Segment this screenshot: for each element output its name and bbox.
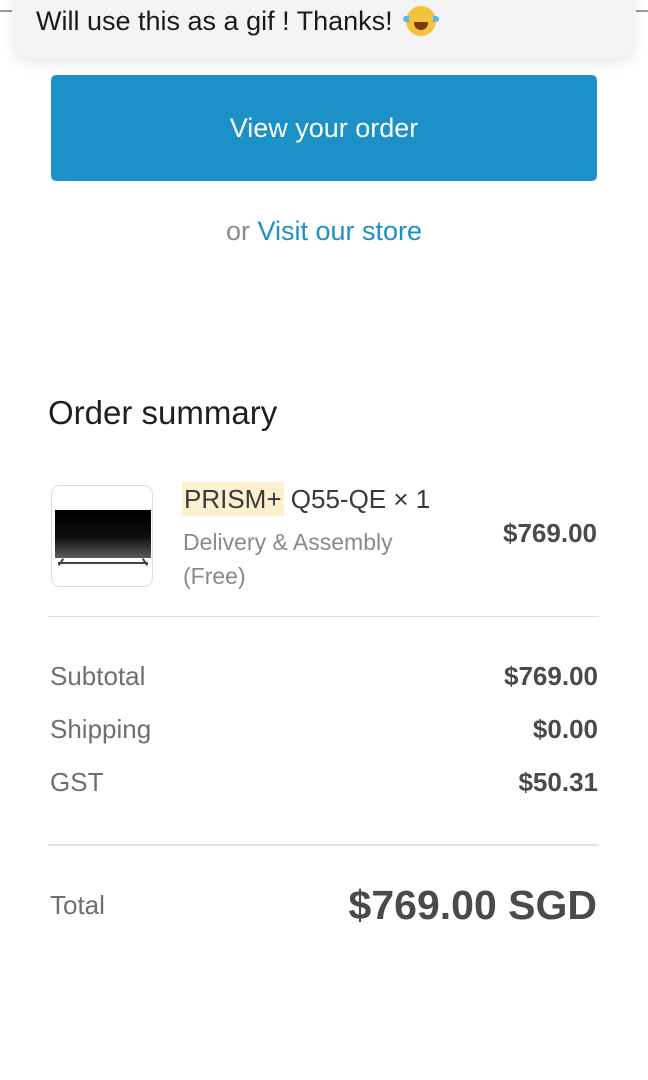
total-label: Total <box>50 890 105 920</box>
delivery-assembly-text: Delivery & Assembly <box>183 529 393 555</box>
message-notification-banner[interactable]: Will use this as a gif ! Thanks! <box>14 0 634 58</box>
order-summary-title: Order summary <box>48 394 278 431</box>
subtotal-value: $769.00 <box>504 661 598 691</box>
delivery-free-text: (Free) <box>183 563 246 589</box>
view-order-button[interactable]: View your order <box>51 75 597 181</box>
shipping-row: Shipping $0.00 <box>50 714 598 750</box>
visit-store-line: or Visit our store <box>0 216 648 247</box>
total-value: $769.00 SGD <box>348 882 597 928</box>
product-brand: PRISM+ <box>182 482 284 516</box>
summary-divider <box>48 616 599 617</box>
visit-store-link[interactable]: Visit our store <box>257 216 422 246</box>
product-thumbnail <box>51 485 153 587</box>
product-name: PRISM+ Q55-QE × 1 <box>182 482 431 516</box>
subtotal-label: Subtotal <box>50 661 146 691</box>
gst-value: $50.31 <box>518 767 598 797</box>
shipping-label: Shipping <box>50 714 152 744</box>
gst-label: GST <box>50 767 104 797</box>
notification-text: Will use this as a gif ! Thanks! <box>36 6 393 36</box>
tv-screen-icon <box>55 510 151 558</box>
product-model-quantity: Q55-QE × 1 <box>290 484 431 514</box>
tears-of-joy-emoji-icon <box>403 6 440 36</box>
subtotal-row: Subtotal $769.00 <box>50 661 598 697</box>
product-price: $769.00 <box>503 518 597 548</box>
notification-message: Will use this as a gif ! Thanks! <box>36 6 440 37</box>
edge-marker-left <box>0 10 12 12</box>
edge-marker-right <box>636 10 648 12</box>
total-divider <box>48 844 599 846</box>
order-confirmation-page: Will use this as a gif ! Thanks! View yo… <box>0 0 648 1080</box>
or-text: or <box>225 216 250 246</box>
tv-stand <box>58 562 148 564</box>
shipping-value: $0.00 <box>532 714 598 744</box>
gst-row: GST $50.31 <box>50 767 598 803</box>
product-delivery-info: Delivery & Assembly (Free) <box>183 525 443 593</box>
